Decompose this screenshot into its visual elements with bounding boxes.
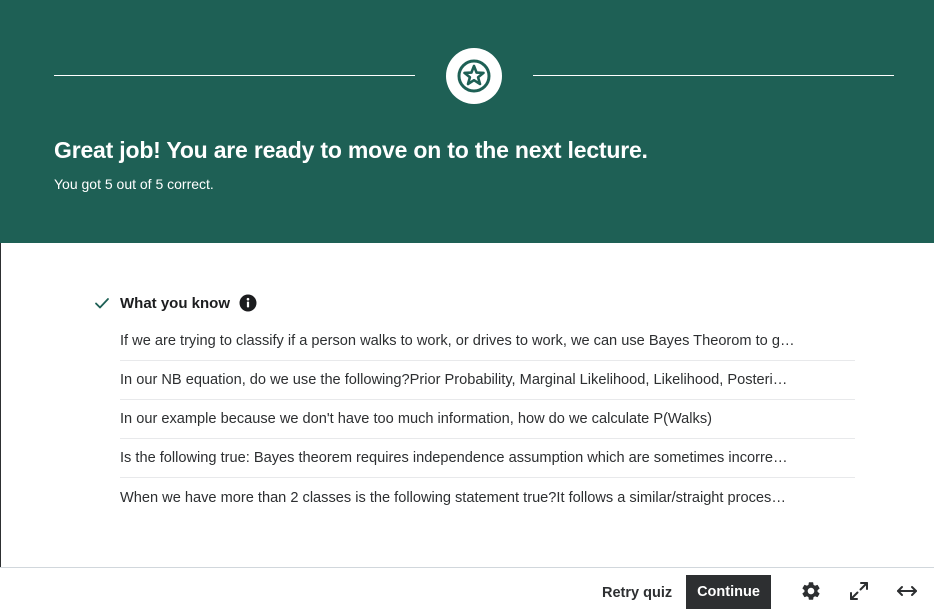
- list-item: When we have more than 2 classes is the …: [120, 478, 855, 517]
- widescreen-icon[interactable]: [896, 580, 918, 602]
- question-text: When we have more than 2 classes is the …: [120, 489, 786, 506]
- question-text: In our example because we don't have too…: [120, 411, 712, 427]
- list-item: Is the following true: Bayes theorem req…: [120, 439, 855, 478]
- score-text: You got 5 out of 5 correct.: [54, 176, 214, 192]
- result-banner: Great job! You are ready to move on to t…: [0, 0, 934, 243]
- continue-button[interactable]: Continue: [686, 575, 771, 609]
- list-item: If we are trying to classify if a person…: [120, 322, 855, 361]
- divider-right: [533, 75, 894, 76]
- list-item: In our NB equation, do we use the follow…: [120, 361, 855, 400]
- question-list: If we are trying to classify if a person…: [120, 322, 855, 517]
- gear-icon[interactable]: [800, 580, 822, 602]
- badge: [446, 48, 502, 104]
- question-text: In our NB equation, do we use the follow…: [120, 372, 788, 388]
- section-title: What you know: [120, 294, 230, 312]
- retry-quiz-button[interactable]: Retry quiz: [594, 576, 680, 609]
- check-icon: [94, 295, 110, 311]
- expand-icon[interactable]: [848, 580, 870, 602]
- footer-bar: Retry quiz Continue: [0, 567, 934, 613]
- list-item: In our example because we don't have too…: [120, 400, 855, 439]
- star-icon: [457, 59, 491, 93]
- result-headline: Great job! You are ready to move on to t…: [54, 137, 648, 163]
- divider-left: [54, 75, 415, 76]
- question-text: If we are trying to classify if a person…: [120, 333, 795, 349]
- what-you-know-header: What you know: [94, 292, 257, 314]
- question-text: Is the following true: Bayes theorem req…: [120, 450, 788, 466]
- content-left-border: [0, 243, 1, 568]
- info-icon[interactable]: [239, 294, 257, 312]
